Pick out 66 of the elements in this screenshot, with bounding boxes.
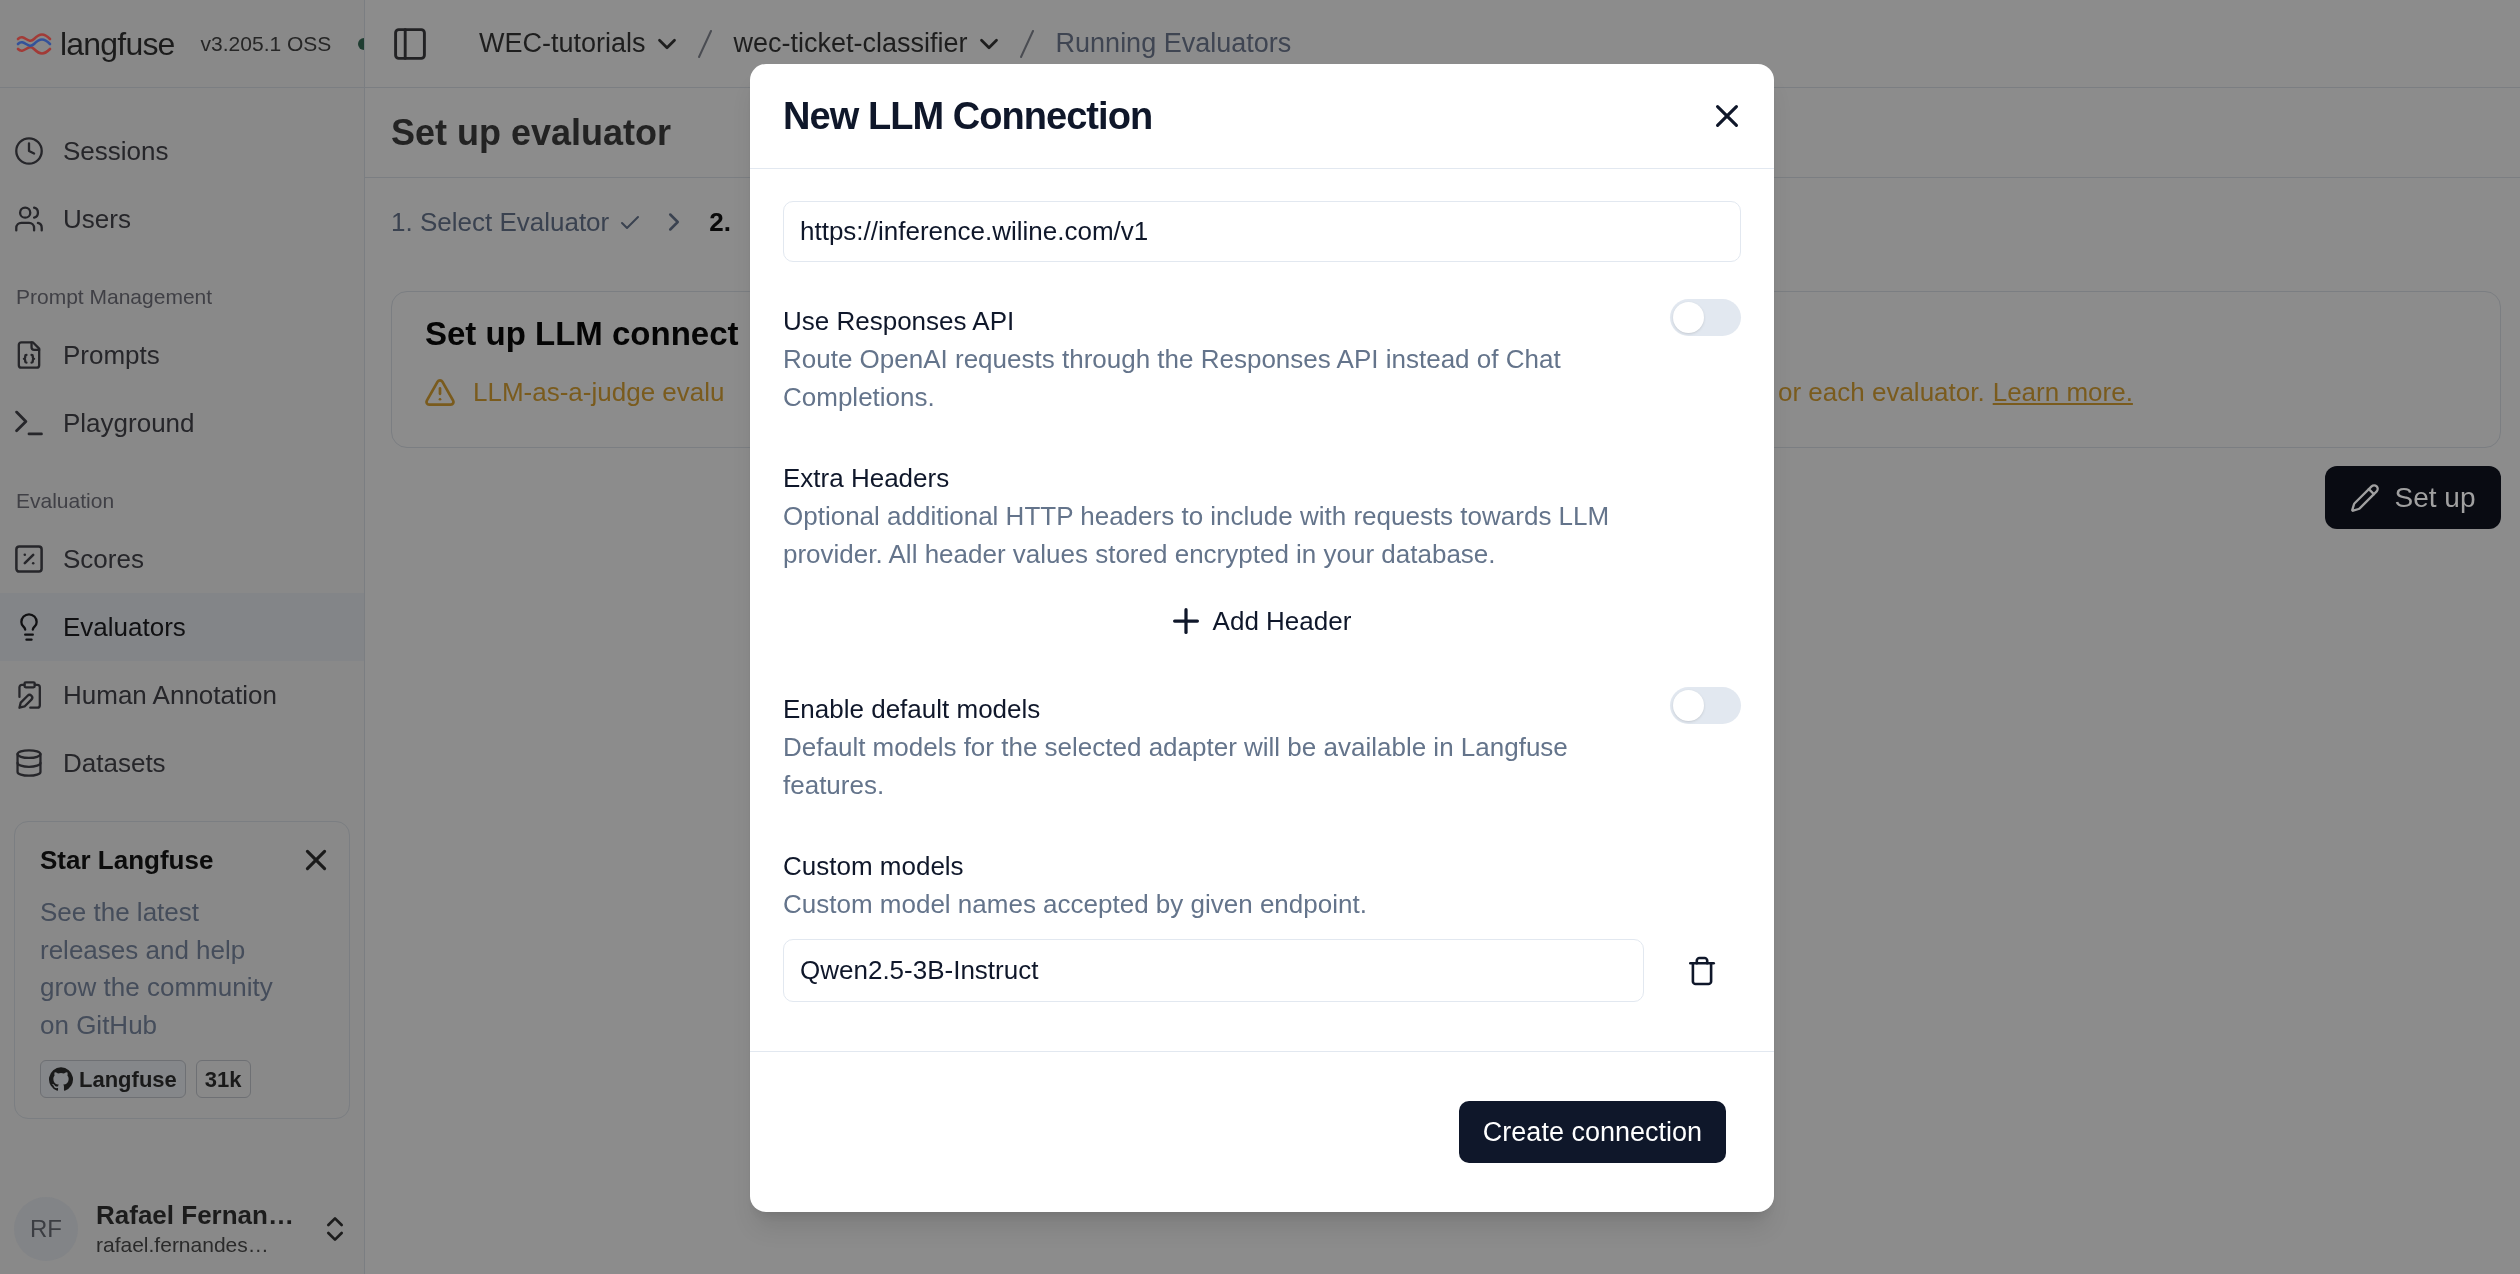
warning-text: LLM-as-a-judge evalu: [473, 376, 725, 409]
sidebar-item[interactable]: Playground: [0, 389, 364, 457]
sidebar-item[interactable]: Sessions: [0, 117, 364, 185]
add-header-button[interactable]: Add Header: [1152, 595, 1372, 647]
breadcrumb-separator-icon: [697, 29, 712, 58]
chevron-right-icon: [669, 213, 680, 231]
breadcrumb-separator-icon: [1019, 29, 1034, 58]
sidebar-toggle-icon[interactable]: [394, 27, 426, 60]
clipboard-pen-icon: [15, 681, 43, 709]
promo-title: Star Langfuse: [40, 844, 214, 876]
promo-text: See the latest releases and help grow the community on GitHub: [40, 896, 274, 1042]
chevron-down-icon: [657, 38, 676, 49]
brand-name: langfuse: [60, 24, 175, 63]
model-input[interactable]: Qwen2.5-3B-Instruct: [783, 939, 1644, 1002]
step-item[interactable]: 1. Select Evaluator: [391, 202, 640, 242]
toggle-switch[interactable]: [1670, 687, 1741, 724]
modal-title: New LLM Connection: [783, 93, 1153, 139]
field-description: Default models for the selected adapter will be available in Langfuse features.: [783, 731, 1569, 802]
clock-icon: [15, 137, 43, 165]
sidebar-item[interactable]: Datasets: [0, 729, 364, 797]
field-description: Route OpenAI requests through the Responses API instead of Chat Completions.: [783, 343, 1562, 414]
pencil-icon: [2350, 483, 2379, 512]
sidebar-item[interactable]: Evaluators: [0, 593, 364, 661]
database-icon: [15, 749, 43, 777]
star-count: 31k: [195, 1060, 251, 1099]
chevron-down-icon: [979, 38, 998, 49]
sidebar-item[interactable]: Users: [0, 185, 364, 253]
step-item[interactable]: 2.: [709, 202, 731, 242]
sidebar-item[interactable]: Scores: [0, 525, 364, 593]
url-input[interactable]: https://inference.wiline.com/v1: [783, 201, 1741, 262]
breadcrumb-link[interactable]: wec-ticket-classifier: [733, 23, 998, 64]
user-name: Rafael Fernan…: [96, 1199, 294, 1231]
github-icon: [49, 1067, 73, 1092]
warning-text: or each evaluator.: [1778, 376, 1985, 409]
breadcrumb-current: Running Evaluators: [1055, 27, 1292, 61]
setup-button[interactable]: Set up: [2325, 466, 2501, 529]
trash-icon[interactable]: [1689, 955, 1715, 986]
field-description: Custom model names accepted by given endpoint.: [783, 888, 1368, 921]
users-icon: [15, 205, 43, 233]
breadcrumb-link[interactable]: WEC-tutorials: [479, 23, 676, 64]
sidebar-item[interactable]: Human Annotation: [0, 661, 364, 729]
field-label: Enable default models: [783, 693, 1041, 726]
section-heading: Prompt Management: [16, 283, 213, 310]
chevrons-up-down-icon[interactable]: [327, 1216, 343, 1242]
check-icon: [621, 215, 640, 229]
warning-icon: [425, 379, 455, 406]
terminal-icon: [15, 409, 43, 437]
card-title: Set up LLM connect: [425, 314, 739, 354]
user-email: rafael.fernandes…: [96, 1232, 270, 1258]
field-description: Optional additional HTTP headers to include with requests towards LLM provider. All header values stored encrypted in your database.: [783, 500, 1611, 571]
section-heading: Evaluation: [16, 487, 115, 514]
close-icon[interactable]: [1716, 105, 1738, 127]
github-button[interactable]: Langfuse: [40, 1060, 186, 1099]
field-label: Use Responses API: [783, 305, 1015, 338]
toggle-switch[interactable]: [1670, 299, 1741, 336]
avatar: RF: [14, 1197, 78, 1261]
logo-icon: [16, 32, 52, 55]
field-label: Custom models: [783, 850, 964, 883]
page-title: Set up evaluator: [391, 110, 672, 155]
version-label: v3.205.1 OSS: [200, 30, 332, 57]
sidebar-item[interactable]: Prompts: [0, 321, 364, 389]
plus-icon: [1172, 608, 1199, 634]
field-label: Extra Headers: [783, 462, 950, 495]
create-connection-button[interactable]: Create connection: [1458, 1101, 1726, 1163]
percent-square-icon: [15, 545, 43, 573]
document-icon: [15, 341, 43, 369]
